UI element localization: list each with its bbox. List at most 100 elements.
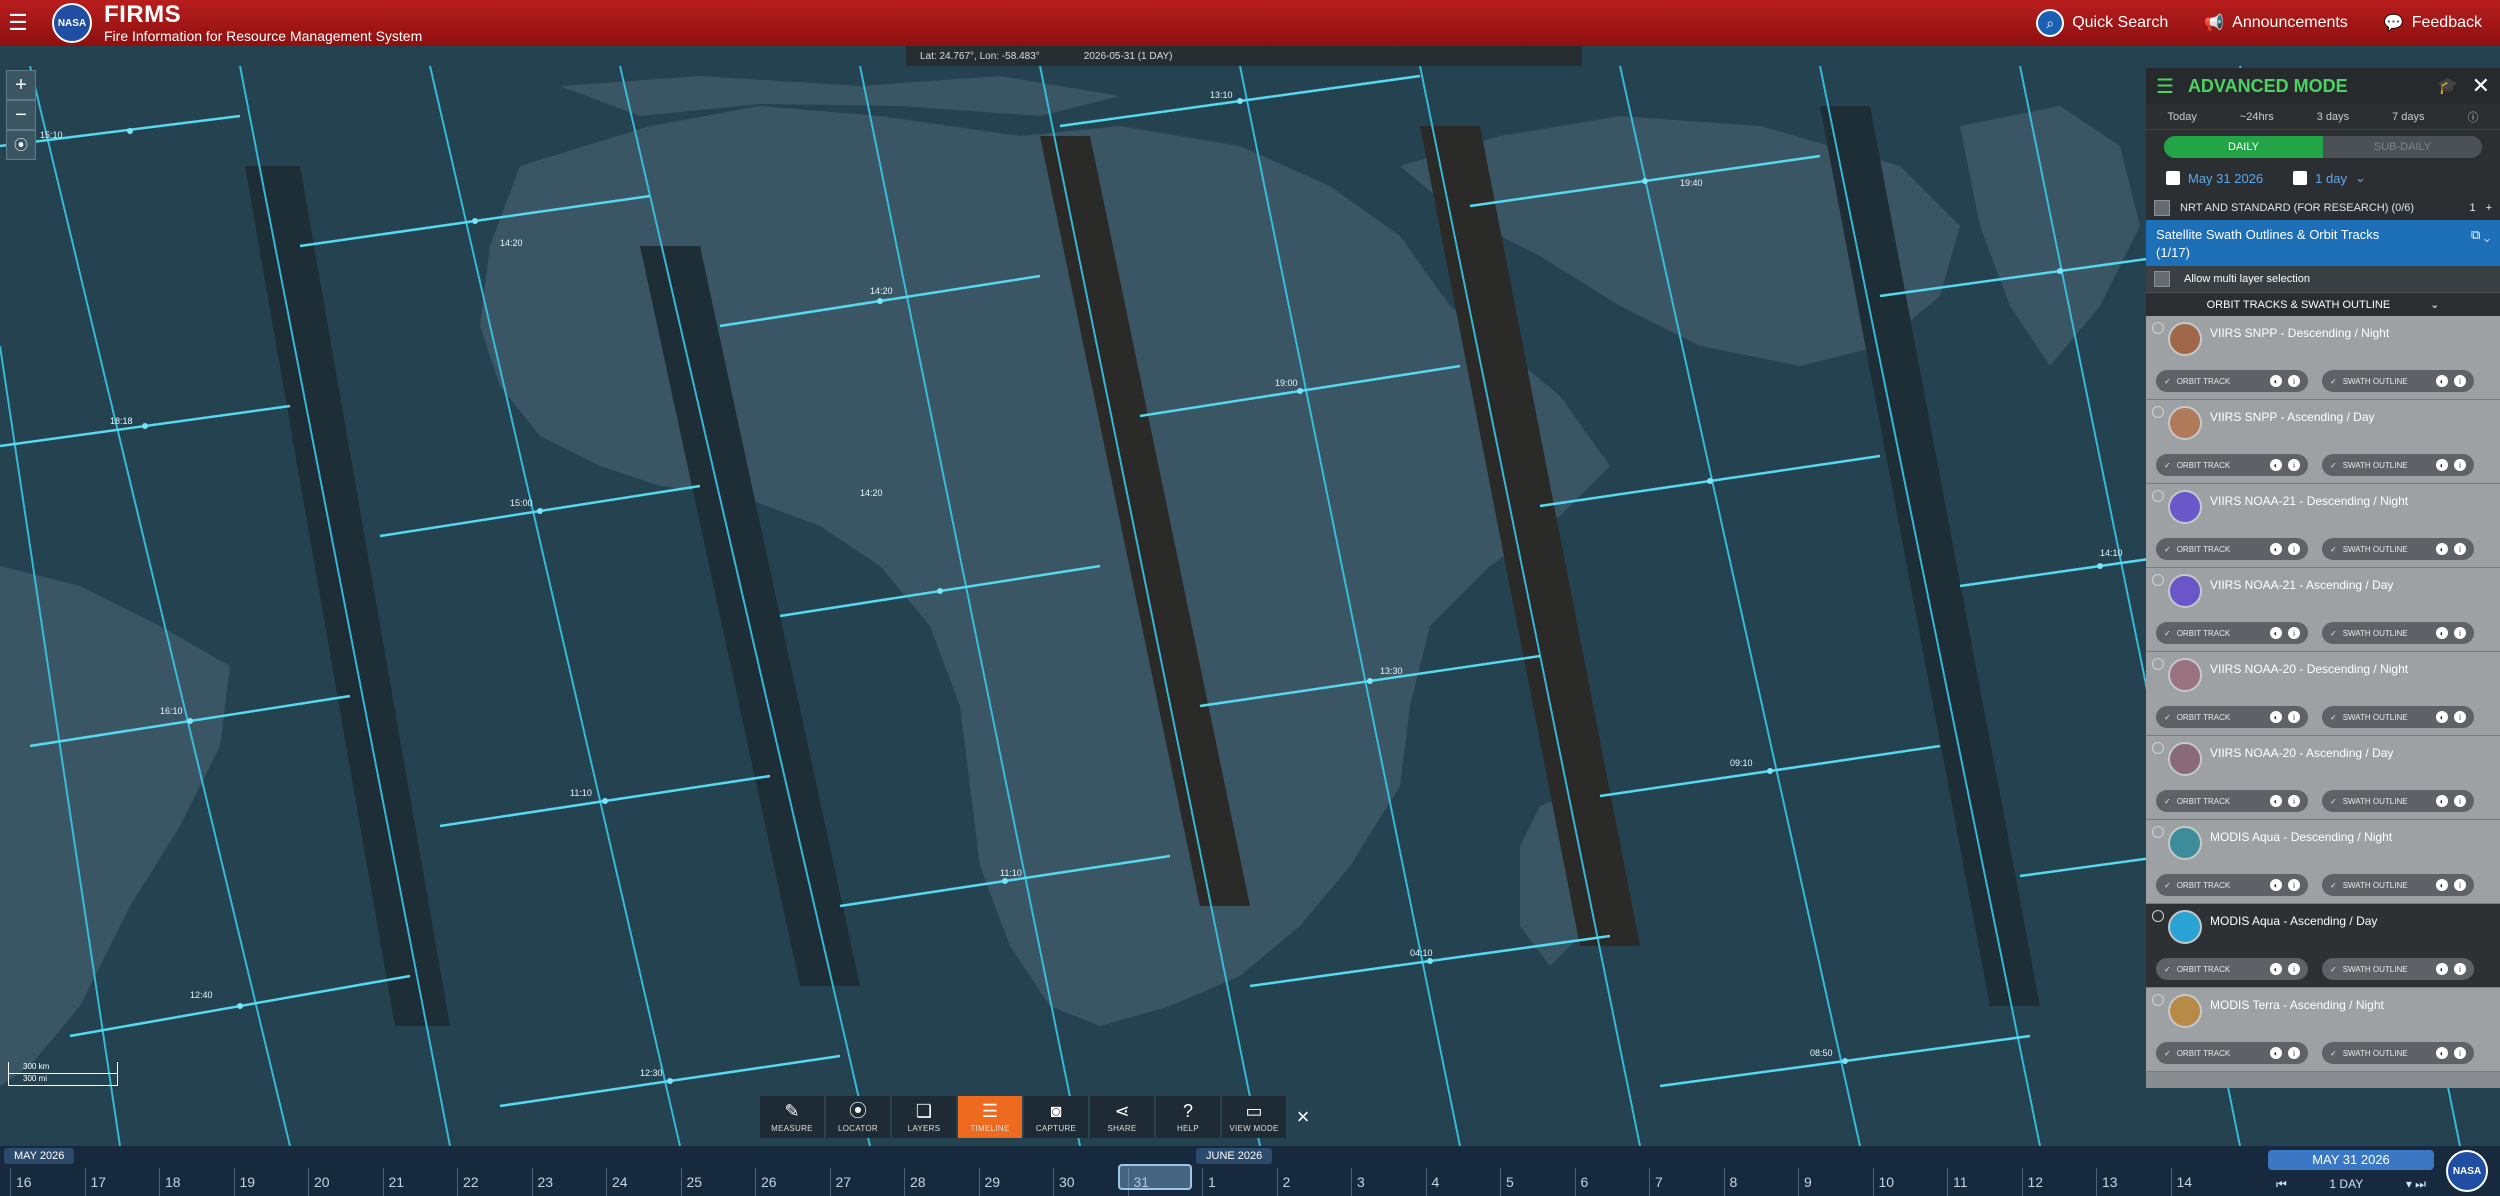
- info-icon[interactable]: i: [2288, 711, 2300, 723]
- item-check-icon[interactable]: [2152, 490, 2164, 502]
- timeline-day[interactable]: 18: [165, 1174, 181, 1190]
- range-tab[interactable]: ~24hrs: [2240, 111, 2274, 123]
- timeline-step-icon[interactable]: ▾ ⏭: [2406, 1177, 2426, 1192]
- swath-outline-toggle[interactable]: ✓ SWATH OUTLINE ◐ i: [2322, 538, 2474, 560]
- timeline-day[interactable]: 1: [1208, 1174, 1216, 1190]
- nrt-standard-row[interactable]: NRT AND STANDARD (FOR RESEARCH) (0/6) 1 …: [2146, 196, 2500, 220]
- timeline-prev-icon[interactable]: ⏮: [2276, 1177, 2287, 1192]
- toolbar-timeline-button[interactable]: ☰ TIMELINE: [958, 1096, 1022, 1138]
- timeline-day[interactable]: 6: [1581, 1174, 1589, 1190]
- timeline-day[interactable]: 22: [463, 1174, 479, 1190]
- info-icon[interactable]: i: [2454, 963, 2466, 975]
- timeline-day[interactable]: 11: [1953, 1174, 1968, 1190]
- swath-outline-toggle[interactable]: ✓ SWATH OUTLINE ◐ i: [2322, 454, 2474, 476]
- timeline-day[interactable]: 8: [1730, 1174, 1738, 1190]
- swath-group-header[interactable]: Satellite Swath Outlines & Orbit Tracks …: [2146, 220, 2500, 266]
- info-icon[interactable]: i: [2454, 711, 2466, 723]
- info-icon[interactable]: i: [2288, 1047, 2300, 1059]
- feedback-button[interactable]: 💬 Feedback: [2384, 13, 2482, 33]
- timeline-day[interactable]: 19: [240, 1174, 256, 1190]
- contrast-icon[interactable]: ◐: [2436, 543, 2448, 555]
- plus-icon[interactable]: +: [2486, 202, 2492, 214]
- contrast-icon[interactable]: ◐: [2270, 375, 2282, 387]
- date-picker[interactable]: May 31 2026: [2166, 171, 2263, 186]
- info-icon[interactable]: i: [2288, 879, 2300, 891]
- orbit-layer-item[interactable]: MODIS Aqua - Descending / Night ✓ ORBIT TR…: [2146, 820, 2500, 904]
- panel-menu-icon[interactable]: ☰: [2156, 74, 2174, 99]
- contrast-icon[interactable]: ◐: [2436, 375, 2448, 387]
- toolbar-locator-button[interactable]: ⦿ LOCATOR: [826, 1096, 890, 1138]
- allow-multi-row[interactable]: Allow multi layer selection: [2146, 266, 2500, 292]
- contrast-icon[interactable]: ◐: [2436, 459, 2448, 471]
- swath-outline-toggle[interactable]: ✓ SWATH OUTLINE ◐ i: [2322, 1042, 2474, 1064]
- info-icon[interactable]: ⓘ: [2468, 109, 2479, 125]
- orbit-layer-item[interactable]: VIIRS SNPP - Descending / Night ✓ ORBIT TR…: [2146, 316, 2500, 400]
- item-check-icon[interactable]: [2152, 994, 2164, 1006]
- orbit-layer-item[interactable]: MODIS Terra - Ascending / Night ✓ ORBIT TR…: [2146, 988, 2500, 1072]
- orbit-track-toggle[interactable]: ✓ ORBIT TRACK ◐ i: [2156, 370, 2308, 392]
- swath-outline-toggle[interactable]: ✓ SWATH OUTLINE ◐ i: [2322, 706, 2474, 728]
- timeline-day[interactable]: 27: [836, 1174, 852, 1190]
- info-icon[interactable]: i: [2288, 375, 2300, 387]
- toolbar-help-button[interactable]: ? HELP: [1156, 1096, 1220, 1138]
- orbit-track-toggle[interactable]: ✓ ORBIT TRACK ◐ i: [2156, 622, 2308, 644]
- timeline-day[interactable]: 30: [1059, 1174, 1075, 1190]
- swath-outline-toggle[interactable]: ✓ SWATH OUTLINE ◐ i: [2322, 958, 2474, 980]
- timeline-day[interactable]: 29: [985, 1174, 1001, 1190]
- announcements-button[interactable]: 📢 Announcements: [2204, 13, 2348, 33]
- timeline-day[interactable]: 2: [1283, 1174, 1291, 1190]
- map-canvas[interactable]: 15:10 13:10 14:20 15:00 18:18 14:20 14:20 19:00…: [0, 46, 2500, 1146]
- orbit-track-toggle[interactable]: ✓ ORBIT TRACK ◐ i: [2156, 958, 2308, 980]
- timeline-day[interactable]: 23: [538, 1174, 554, 1190]
- item-check-icon[interactable]: [2152, 322, 2164, 334]
- swath-outline-toggle[interactable]: ✓ SWATH OUTLINE ◐ i: [2322, 370, 2474, 392]
- timeline-span-control[interactable]: ⏮ 1 DAY ▾ ⏭: [2268, 1174, 2434, 1194]
- info-icon[interactable]: i: [2288, 963, 2300, 975]
- timeline-day[interactable]: 14: [2177, 1174, 2193, 1190]
- contrast-icon[interactable]: ◐: [2436, 627, 2448, 639]
- timeline-day[interactable]: 5: [1506, 1174, 1514, 1190]
- close-icon[interactable]: ✕: [2472, 73, 2490, 99]
- orbit-track-toggle[interactable]: ✓ ORBIT TRACK ◐ i: [2156, 454, 2308, 476]
- item-check-icon[interactable]: [2152, 826, 2164, 838]
- timeline-day[interactable]: 3: [1357, 1174, 1365, 1190]
- timeline-day[interactable]: 4: [1432, 1174, 1440, 1190]
- info-icon[interactable]: i: [2454, 375, 2466, 387]
- contrast-icon[interactable]: ◐: [2270, 543, 2282, 555]
- timeline-day[interactable]: 12: [2028, 1174, 2044, 1190]
- info-icon[interactable]: i: [2288, 795, 2300, 807]
- contrast-icon[interactable]: ◐: [2436, 795, 2448, 807]
- timeline-day[interactable]: 13: [2102, 1174, 2118, 1190]
- zoom-in-button[interactable]: +: [6, 70, 36, 100]
- timeline[interactable]: MAY 2026 JUNE 2026 16 17 18 19 20 21 22 23 24 25 2…: [0, 1146, 2500, 1196]
- orbit-layer-item[interactable]: VIIRS NOAA-20 - Ascending / Day ✓ ORBIT TR…: [2146, 736, 2500, 820]
- info-icon[interactable]: i: [2454, 795, 2466, 807]
- timeline-day[interactable]: 25: [687, 1174, 703, 1190]
- nrt-checkbox[interactable]: [2154, 200, 2170, 216]
- range-tab[interactable]: 7 days: [2392, 111, 2424, 123]
- item-check-icon[interactable]: [2152, 658, 2164, 670]
- orbit-track-toggle[interactable]: ✓ ORBIT TRACK ◐ i: [2156, 874, 2308, 896]
- toolbar-layers-button[interactable]: ❏ LAYERS: [892, 1096, 956, 1138]
- range-tab[interactable]: 3 days: [2317, 111, 2349, 123]
- contrast-icon[interactable]: ◐: [2436, 1047, 2448, 1059]
- orbit-layer-item[interactable]: VIIRS NOAA-20 - Descending / Night ✓ ORBIT…: [2146, 652, 2500, 736]
- orbit-layer-item[interactable]: VIIRS NOAA-21 - Ascending / Day ✓ ORBIT TR…: [2146, 568, 2500, 652]
- zoom-out-button[interactable]: −: [6, 100, 36, 130]
- orbit-section-header[interactable]: ORBIT TRACKS & SWATH OUTLINE ⌄: [2146, 292, 2500, 316]
- contrast-icon[interactable]: ◐: [2436, 879, 2448, 891]
- orbit-layer-item[interactable]: VIIRS NOAA-21 - Descending / Night ✓ ORBIT…: [2146, 484, 2500, 568]
- range-tab[interactable]: Today: [2167, 111, 2196, 123]
- contrast-icon[interactable]: ◐: [2270, 459, 2282, 471]
- daily-subdaily-toggle[interactable]: DAILY SUB-DAILY: [2164, 136, 2482, 158]
- timeline-day[interactable]: 7: [1655, 1174, 1663, 1190]
- timeline-day[interactable]: 16: [16, 1174, 32, 1190]
- info-icon[interactable]: i: [2288, 627, 2300, 639]
- timeline-selected-date[interactable]: MAY 31 2026: [2268, 1150, 2434, 1170]
- contrast-icon[interactable]: ◐: [2270, 627, 2282, 639]
- toggle-daily[interactable]: DAILY: [2164, 136, 2323, 158]
- item-check-icon[interactable]: [2152, 574, 2164, 586]
- orbit-track-toggle[interactable]: ✓ ORBIT TRACK ◐ i: [2156, 1042, 2308, 1064]
- orbit-track-toggle[interactable]: ✓ ORBIT TRACK ◐ i: [2156, 790, 2308, 812]
- toolbar-close-icon[interactable]: ×: [1288, 1096, 1318, 1138]
